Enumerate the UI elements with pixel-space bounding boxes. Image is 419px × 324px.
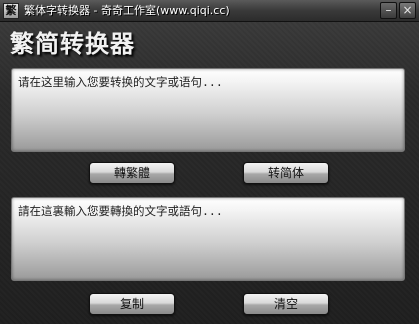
to-simplified-button[interactable]: 转简体: [243, 162, 329, 184]
window-title: 繁体字转换器 - 奇奇工作室(www.qiqi.cc): [24, 4, 230, 17]
title-bar[interactable]: 繁 繁体字转换器 - 奇奇工作室(www.qiqi.cc) – ×: [0, 0, 419, 22]
to-traditional-button[interactable]: 轉繁體: [89, 162, 175, 184]
app-heading: 繁简转换器: [10, 30, 135, 58]
simplified-input[interactable]: [11, 68, 405, 152]
close-button[interactable]: ×: [399, 2, 416, 19]
copy-button[interactable]: 复制: [89, 293, 175, 315]
minimize-icon: –: [385, 3, 392, 17]
close-icon: ×: [402, 3, 413, 17]
app-icon: 繁: [3, 3, 19, 19]
traditional-output[interactable]: [11, 197, 405, 281]
app-window: 繁 繁体字转换器 - 奇奇工作室(www.qiqi.cc) – × 繁简转换器 …: [0, 0, 419, 324]
minimize-button[interactable]: –: [380, 2, 397, 19]
clear-button[interactable]: 清空: [243, 293, 329, 315]
